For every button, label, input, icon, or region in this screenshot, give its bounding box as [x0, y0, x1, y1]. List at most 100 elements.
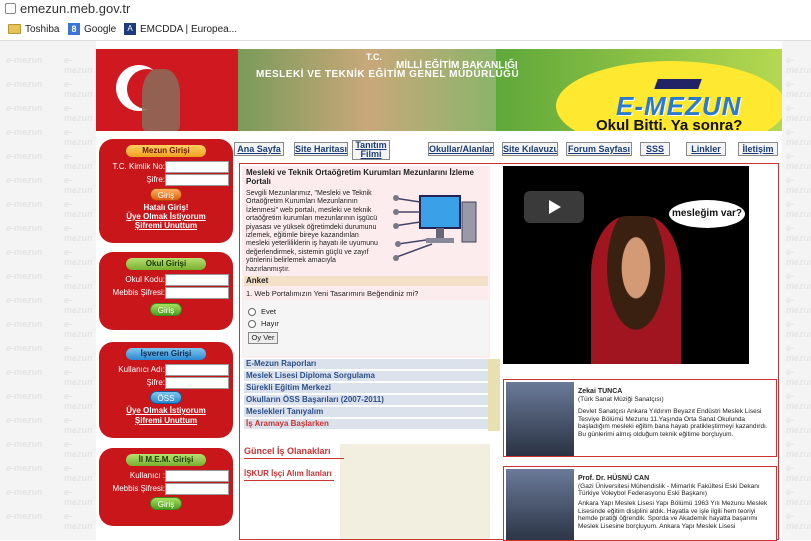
link-diploma-sorgulama[interactable]: Meslek Lisesi Diploma Sorgulama [244, 371, 488, 381]
flag-image [96, 49, 238, 131]
watermark-text: e-mezun [6, 151, 43, 161]
poll-option-hayir[interactable]: Hayır [248, 319, 279, 328]
isveren-password-input[interactable] [165, 377, 229, 389]
profile-card: Zekai TUNCA (Türk Sanat Müziği Sanatçısı… [503, 379, 777, 457]
tc-kimlik-input[interactable] [165, 161, 229, 173]
isveren-register-link[interactable]: Üye Olmak İstiyorum [99, 406, 233, 415]
address-bar[interactable]: emezun.meb.gov.tr [0, 0, 811, 17]
okul-kodu-input[interactable] [165, 274, 229, 286]
profile-text: Ankara Yapı Meslek Lisesi Yapı Bölümü 19… [578, 500, 768, 530]
right-watermark-panel: e-mezun e-mezun e-mezun e-mezun e-mezun e-mez… [782, 41, 811, 540]
poll-body [244, 300, 488, 356]
watermark-text: e-mezun [786, 79, 811, 99]
watermark-text: e-mezun [6, 127, 43, 137]
link-is-aramaya[interactable]: İş Aramaya Başlarken [244, 419, 488, 429]
nav-site-kilavuzu[interactable]: Site Kılavuzu [502, 142, 558, 156]
iskur-link[interactable]: İŞKUR İşçi Alım İlanları [244, 469, 332, 478]
watermark-text: e-mezun [786, 199, 811, 219]
okul-mebbis-input[interactable] [165, 287, 229, 299]
watermark-text: e-mezun [64, 415, 93, 435]
watermark-text: e-mezun [64, 319, 93, 339]
okul-mebbis-label: Mebbis Şifresi: [112, 288, 165, 297]
video-player[interactable]: mesleğim var? [503, 166, 749, 364]
mezun-login-title: Mezun Girişi [126, 145, 206, 157]
nav-tanitim-filmi[interactable]: Tanıtım Filmi [352, 140, 390, 160]
jobs-title[interactable]: Güncel İş Olanakları [244, 446, 488, 456]
watermark-text: e-mezun [786, 343, 811, 363]
tc-kimlik-label: T.C. Kimlik No: [112, 162, 165, 171]
nav-sss[interactable]: SSS [640, 142, 670, 156]
play-icon[interactable] [524, 191, 584, 223]
watermark-text: e-mezun [786, 319, 811, 339]
watermark-text: e-mezun [6, 175, 43, 185]
watermark-text: e-mezun [786, 151, 811, 171]
watermark-text: e-mezun [786, 103, 811, 123]
watermark-text: e-mezun [6, 55, 43, 65]
isveren-login-box: İşveren Girişi Kullanıcı Adı: Şifre: ÖSS… [99, 342, 233, 438]
nav-ana-sayfa[interactable]: Ana Sayfa [234, 142, 284, 156]
isveren-user-label: Kullanıcı Adı: [118, 365, 165, 374]
site-banner: T.C. MİLLİ EĞİTİM BAKANLIĞI MESLEKİ VE T… [96, 49, 782, 131]
okul-login-button[interactable]: Giriş [150, 303, 182, 316]
watermark-text: e-mezun [786, 127, 811, 147]
radio-icon[interactable] [248, 307, 256, 316]
watermark-text: e-mezun [786, 247, 811, 267]
nav-forum-sayfasi[interactable]: Forum Sayfası [566, 142, 632, 156]
mezun-password-input[interactable] [165, 174, 229, 186]
isveren-user-input[interactable] [165, 364, 229, 376]
watermark-text: e-mezun [786, 175, 811, 195]
profile-photo [506, 382, 574, 456]
watermark-text: e-mezun [64, 487, 93, 507]
nav-site-haritasi[interactable]: Site Haritası [294, 142, 348, 156]
folder-icon [8, 24, 21, 34]
isveren-login-button[interactable]: ÖSS [150, 391, 182, 404]
emcdda-icon: A [124, 23, 136, 35]
radio-icon[interactable] [248, 319, 256, 328]
watermark-text: e-mezun [64, 55, 93, 75]
forgot-password-link[interactable]: Şifremi Unuttum [99, 221, 233, 230]
video-thumbnail-girl [591, 216, 681, 364]
watermark-text: e-mezun [786, 463, 811, 483]
profile-subtitle: (Gazi Üniversitesi Mühendislik - Mimarlı… [578, 483, 760, 497]
watermark-text: e-mezun [64, 199, 93, 219]
watermark-text: e-mezun [64, 175, 93, 195]
profile-subtitle: (Türk Sanat Müziği Sanatçısı) [578, 396, 664, 403]
watermark-text: e-mezun [786, 415, 811, 435]
register-link[interactable]: Üye Olmak İstiyorum [99, 212, 233, 221]
okul-kodu-label: Okul Kodu: [125, 275, 165, 284]
watermark-text: e-mezun [64, 367, 93, 387]
bookmark-google[interactable]: 8 Google [68, 22, 116, 36]
watermark-text: e-mezun [786, 55, 811, 75]
login-sidebar: Mezun Girişi T.C. Kimlik No: Şifre: Giri… [99, 138, 233, 540]
watermark-text: e-mezun [786, 271, 811, 291]
watermark-text: e-mezun [64, 511, 93, 531]
link-meslekleri-taniyalim[interactable]: Meslekleri Tanıyalım [244, 407, 488, 417]
watermark-text: e-mezun [6, 391, 43, 401]
watermark-text: e-mezun [6, 439, 43, 449]
mem-mebbis-label: Mebbis Şifresi: [112, 484, 165, 493]
okul-login-title: Okul Girişi [126, 258, 206, 270]
vote-button[interactable]: Oy Ver [248, 332, 278, 344]
divider [244, 458, 344, 459]
poll-option-evet[interactable]: Evet [248, 307, 276, 316]
login-error: Hatalı Giriş! [143, 203, 189, 212]
speech-bubble: mesleğim var? [669, 200, 745, 228]
watermark-text: e-mezun [786, 511, 811, 531]
link-surekli-egitim[interactable]: Sürekli Eğitim Merkezi [244, 383, 488, 393]
url-text[interactable]: emezun.meb.gov.tr [20, 1, 130, 16]
nav-iletisim[interactable]: İletişim [738, 142, 778, 156]
isveren-password-label: Şifre: [146, 378, 165, 387]
portrait-image [142, 69, 180, 131]
mem-login-button[interactable]: Giriş [150, 497, 182, 510]
isveren-forgot-link[interactable]: Şifremi Unuttum [99, 416, 233, 425]
nav-okullar-alanlar[interactable]: Okullar/Alanlar [428, 142, 494, 156]
watermark-text: e-mezun [64, 463, 93, 483]
mem-user-input[interactable] [165, 470, 229, 482]
link-oss-basarilari[interactable]: Okulların ÖSS Başarıları (2007-2011) [244, 395, 488, 405]
mezun-login-button[interactable]: Giriş [150, 188, 182, 201]
mem-mebbis-input[interactable] [165, 483, 229, 495]
bookmark-toshiba[interactable]: Toshiba [8, 22, 59, 36]
bookmark-emcdda[interactable]: A EMCDDA | Europea... [124, 22, 237, 36]
link-emezun-raporlari[interactable]: E-Mezun Raporları [244, 359, 488, 369]
nav-linkler[interactable]: Linkler [686, 142, 726, 156]
